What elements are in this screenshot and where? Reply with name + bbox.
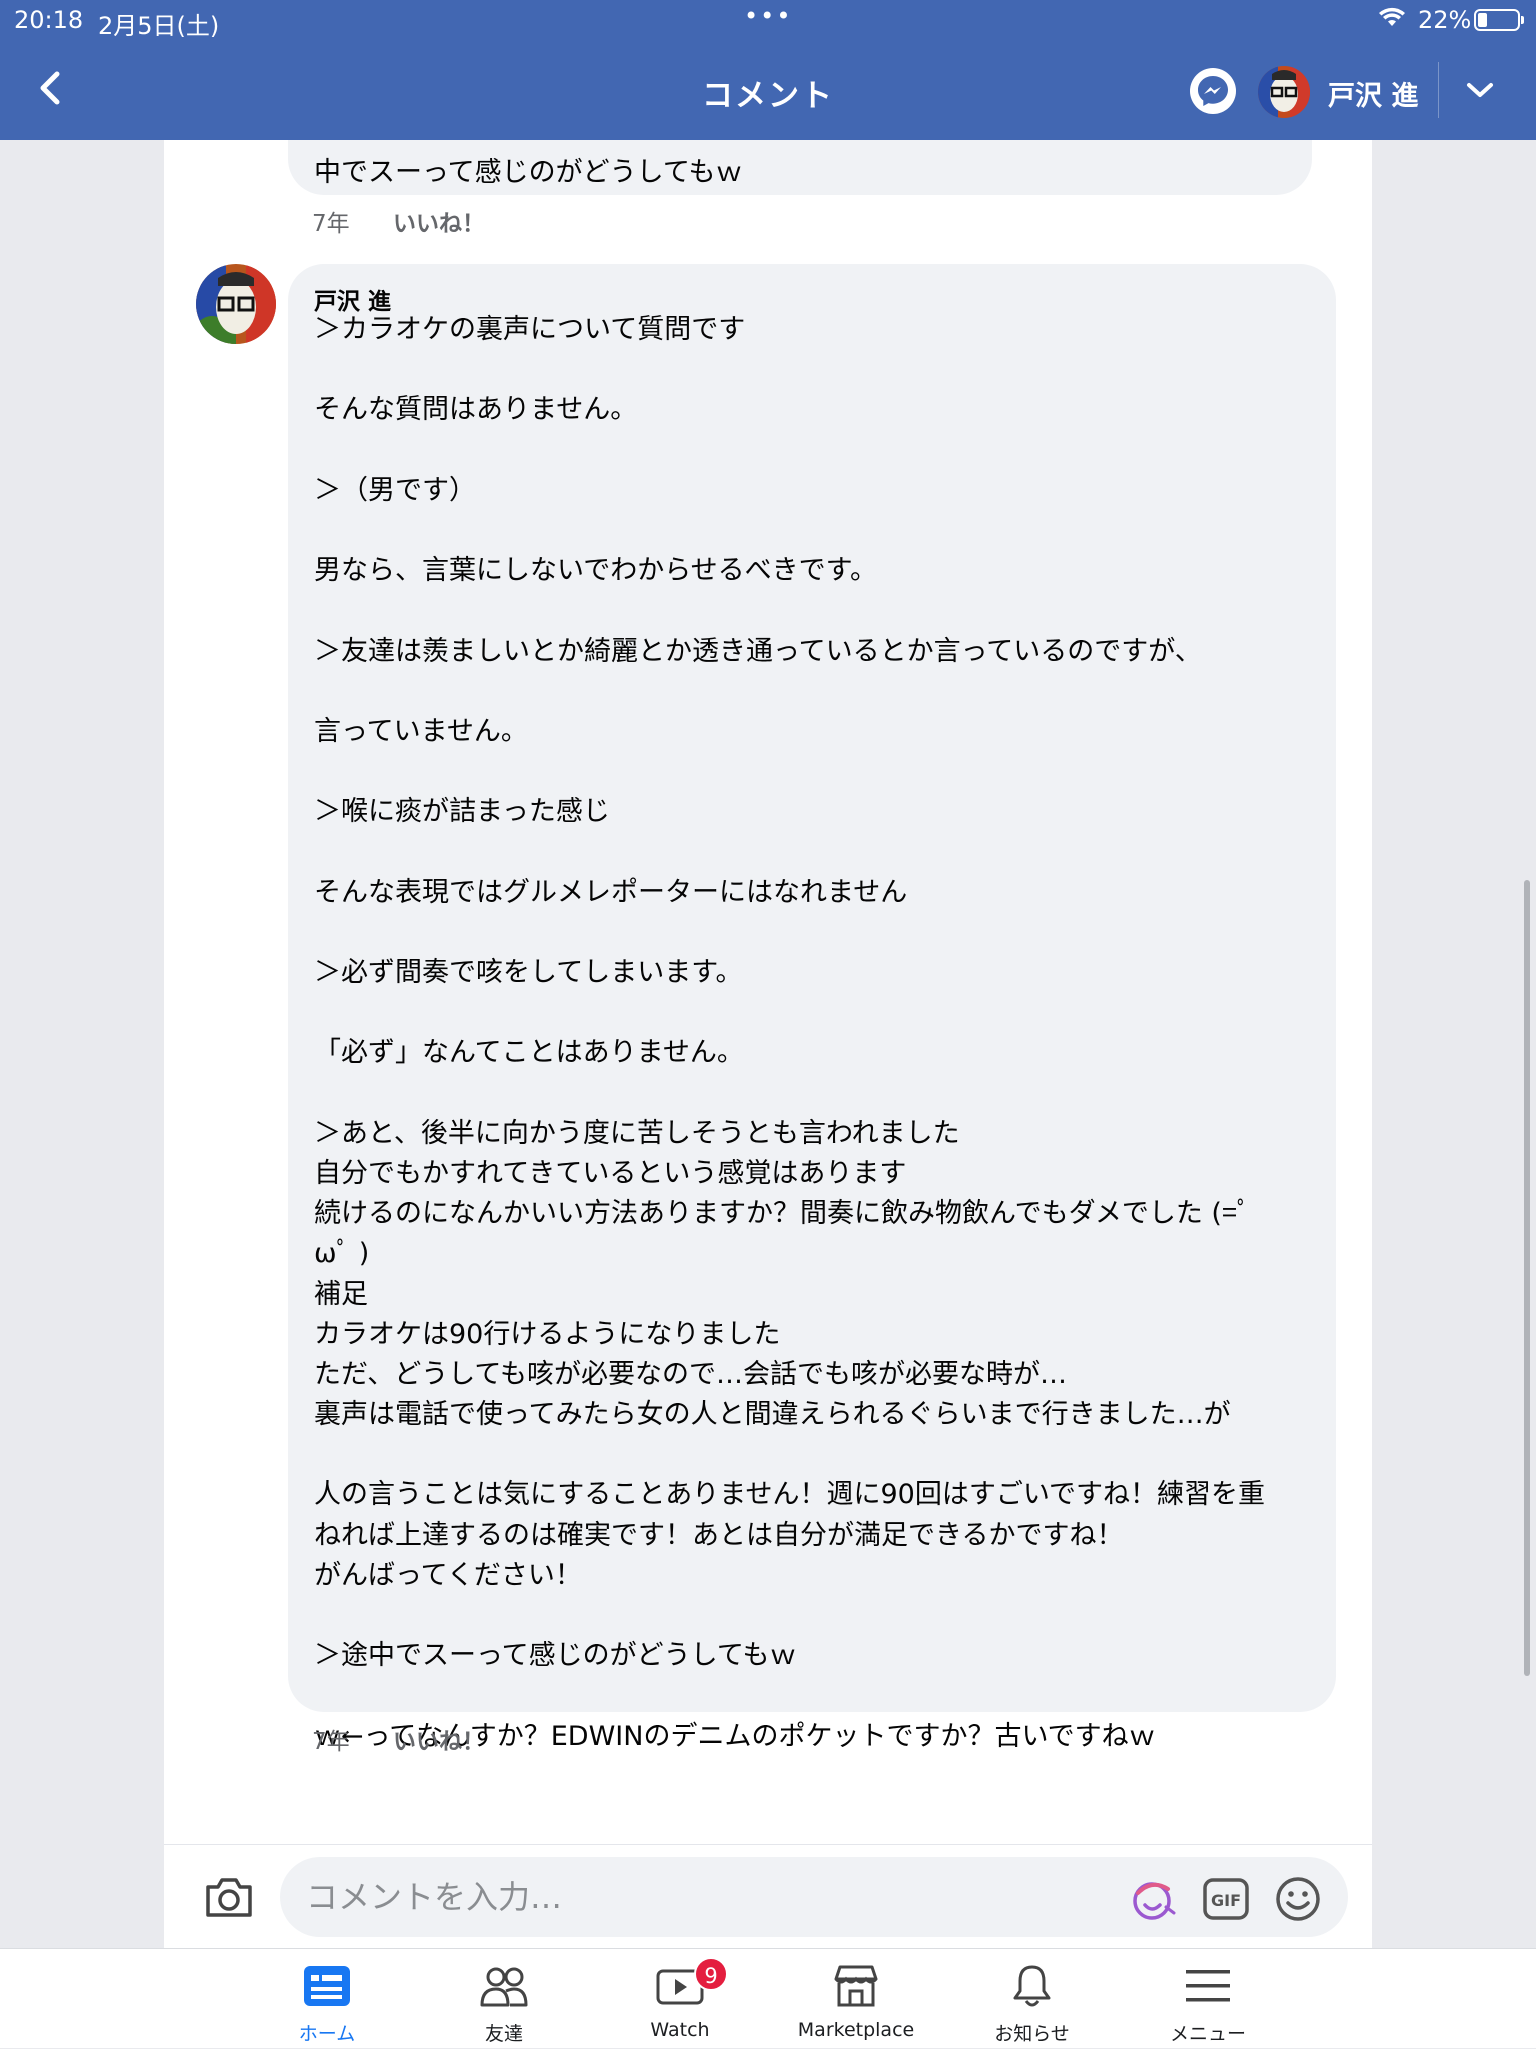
tab-label: ホーム — [298, 2023, 356, 2045]
like-button[interactable]: いいね！ — [393, 1729, 485, 1755]
comment-bubble: 戸沢 進 ＞カラオケの裏声について質問です そんな質問はありません。 ＞（男です）男… — [288, 264, 1336, 1752]
home-icon — [304, 1966, 350, 2006]
comment-line: ＞（男です） — [314, 474, 476, 506]
comments-panel[interactable]: 中でスーって感じのがどうしてもｗ 7年 いいね！ 戸沢 進 ＞カラオケの裏声につ… — [164, 140, 1372, 1948]
comment-line — [314, 672, 1324, 712]
comment-line — [314, 752, 1324, 792]
comment-line: ωﾟ ) — [314, 1238, 370, 1270]
gif-button[interactable]: GIF — [1202, 1875, 1250, 1923]
tab-marketplace[interactable]: Marketplace — [776, 1949, 936, 2049]
svg-text:GIF: GIF — [1211, 1891, 1241, 1910]
comment-line: カラオケは90行けるようになりました — [314, 1318, 781, 1350]
comment-age: 7年 — [312, 211, 350, 237]
comment-meta: 7年 いいね！ — [312, 1722, 485, 1756]
comment-body: ＞カラオケの裏声について質問です そんな質問はありません。 ＞（男です） 男なら、言葉… — [314, 310, 1324, 1757]
tab-label: Watch — [650, 2019, 710, 2041]
comment-line — [314, 913, 1324, 953]
top-bar: 20:18 2月5日(土) ••• 22% コメント 戸沢 進 — [0, 0, 1536, 140]
comment-line: ねれば上達するのは確実です！あとは自分が満足できるかですね！ — [314, 1519, 1124, 1551]
tab-label: 友達 — [484, 2023, 523, 2045]
comment-line — [314, 511, 1324, 551]
avatar-sticker-icon — [1133, 1882, 1176, 1920]
bell-icon — [1013, 1965, 1051, 2007]
header-avatar[interactable] — [1258, 66, 1310, 118]
previous-comment-bubble: 中でスーって感じのがどうしてもｗ — [288, 140, 1312, 195]
menu-icon — [1186, 1970, 1230, 2002]
emoji-button[interactable] — [1274, 1875, 1322, 1923]
previous-comment-text: 中でスーって感じのがどうしてもｗ — [314, 157, 743, 188]
comment-line: 裏声は電話で使ってみたら女の人と間違えられるぐらいまで行きました…が — [314, 1399, 1231, 1431]
messenger-button[interactable] — [1190, 68, 1236, 114]
tab-watch[interactable]: 9 Watch — [600, 1949, 760, 2049]
comment-line — [314, 993, 1324, 1033]
header-divider — [1438, 62, 1439, 118]
comment-line: そんな質問はありません。 — [314, 394, 638, 426]
comment-line — [314, 1074, 1324, 1114]
comment-line: ＞あと、後半に向かう度に苦しそうとも言われました — [314, 1117, 960, 1149]
comment-line: ＞カラオケの裏声について質問です — [314, 314, 746, 345]
header-dropdown-button[interactable] — [1462, 72, 1498, 108]
comment-line: 「必ず」なんてことはありません。 — [314, 1037, 744, 1069]
avatar[interactable] — [196, 264, 276, 344]
header-user-name[interactable]: 戸沢 進 — [1328, 74, 1418, 113]
camera-button[interactable] — [204, 1875, 254, 1919]
comment-line: 続けるのになんかいい方法ありますか？間奏に飲み物飲んでもダメでした (=ﾟ — [314, 1198, 1251, 1230]
comment-line — [314, 1596, 1324, 1636]
comment-line: ＞喉に痰が詰まった感じ — [314, 796, 610, 828]
emoji-icon — [1276, 1877, 1320, 1921]
status-date: 2月5日(土) — [98, 12, 220, 40]
tab-label: お知らせ — [994, 2023, 1070, 2045]
comment-line: 補足 — [314, 1278, 368, 1310]
previous-comment-meta: 7年 いいね！ — [312, 204, 485, 238]
comment-line — [314, 431, 1324, 471]
marketplace-icon — [834, 1965, 878, 2007]
wifi-icon — [1378, 6, 1406, 34]
friends-icon — [480, 1967, 528, 2007]
comment-input[interactable] — [280, 1857, 1348, 1937]
comment-line — [314, 832, 1324, 872]
comment-line: そんな表現ではグルメレポーターにはなれません — [314, 876, 908, 908]
comment-line — [314, 1435, 1324, 1475]
bottom-tab-bar: ホーム 友達 9 Watch Marketplace お知らせ メニュー — [0, 1948, 1536, 2048]
comment-line: 人の言うことは気にすることありません！週に90回はすごいですね！練習を重 — [314, 1479, 1266, 1511]
notification-badge: 9 — [694, 1957, 728, 1991]
avatar-sticker-button[interactable] — [1130, 1875, 1178, 1923]
comment-line: ＞途中でスーって感じのがどうしてもｗ — [314, 1640, 797, 1672]
comment-age: 7年 — [312, 1729, 350, 1755]
chevron-down-icon — [1467, 83, 1493, 97]
like-button[interactable]: いいね！ — [393, 211, 485, 237]
tab-friends[interactable]: 友達 — [424, 1949, 584, 2049]
comment-line: 自分でもかすれてきているという感覚はあります — [314, 1157, 907, 1189]
battery-icon — [1474, 9, 1524, 31]
messenger-icon — [1198, 76, 1228, 106]
comment-line: ただ、どうしても咳が必要なので…会話でも咳が必要な時が… — [314, 1358, 1068, 1390]
gif-icon: GIF — [1203, 1878, 1249, 1920]
comment-line: ＞友達は羨ましいとか綺麗とか透き通っているとか言っているのですが、 — [314, 635, 1202, 667]
tab-menu[interactable]: メニュー — [1128, 1949, 1288, 2049]
comment-line: がんばってください！ — [314, 1559, 582, 1591]
multitask-dots-icon[interactable]: ••• — [744, 2, 792, 30]
comment-line: 言っていません。 — [314, 715, 528, 747]
camera-icon — [206, 1878, 252, 1917]
comment-line — [314, 1676, 1324, 1716]
status-bar: 20:18 2月5日(土) ••• 22% — [0, 0, 1536, 40]
comment-line — [314, 591, 1324, 631]
comment-line: 男なら、言葉にしないでわからせるべきです。 — [314, 555, 877, 587]
status-time: 20:18 — [14, 6, 84, 34]
battery-percent: 22% — [1418, 6, 1472, 34]
tab-label: Marketplace — [797, 2019, 915, 2041]
comment-composer: GIF — [164, 1844, 1372, 1948]
tab-label: メニュー — [1169, 2023, 1246, 2045]
tab-notifications[interactable]: お知らせ — [952, 1949, 1112, 2049]
tab-home[interactable]: ホーム — [247, 1949, 407, 2049]
scrollbar[interactable] — [1524, 880, 1530, 1676]
comment-line — [314, 350, 1324, 390]
comment-line: ＞必ず間奏で咳をしてしまいます。 — [314, 957, 743, 988]
